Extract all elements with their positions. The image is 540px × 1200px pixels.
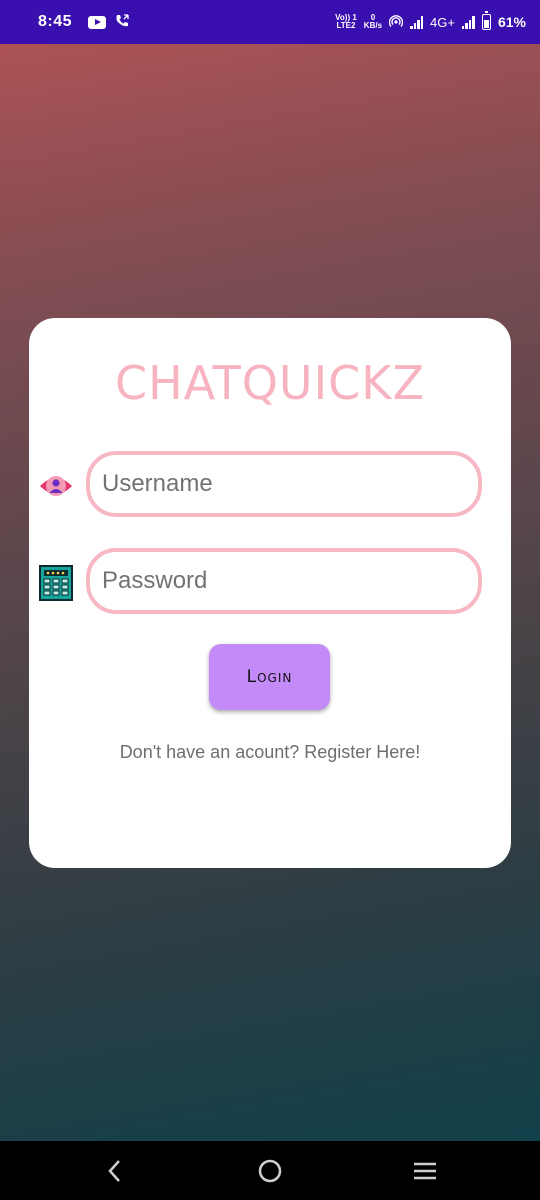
volte-bottom: LTE2: [336, 21, 356, 30]
app-title: CHATQUICKZ: [115, 356, 425, 410]
login-button[interactable]: Login: [209, 644, 330, 710]
battery-percent: 61%: [497, 14, 526, 30]
signal-icon-2: [461, 15, 475, 29]
call-icon: [114, 13, 130, 32]
back-icon: [108, 1160, 120, 1182]
status-right: Vo)) 1 LTE2 0 KB/s 4G+ 61%: [335, 11, 526, 31]
hotspot-icon: [388, 14, 404, 31]
login-card: CHATQUICKZ Username Login Don't have an …: [29, 318, 511, 868]
youtube-icon: [88, 15, 107, 29]
status-time: 8:45: [38, 13, 73, 30]
speed-indicator: 0 KB/s: [364, 14, 382, 30]
battery-icon: [481, 11, 491, 30]
password-row: [29, 548, 511, 618]
recents-button[interactable]: [405, 1153, 445, 1189]
home-button[interactable]: [250, 1153, 290, 1189]
status-bar: 8:45 Vo)) 1 LTE2 0 KB/s 4G+ 61%: [0, 0, 540, 44]
network-type: 4G+: [430, 14, 455, 30]
home-icon: [258, 1159, 282, 1183]
back-button[interactable]: [95, 1153, 135, 1189]
navigation-bar: [0, 1141, 540, 1200]
volte-indicator: Vo)) 1 LTE2: [335, 14, 357, 30]
register-link[interactable]: Don't have an acount? Register Here!: [29, 742, 511, 763]
password-input[interactable]: [86, 548, 482, 614]
signal-icon: [410, 15, 424, 29]
recents-icon: [414, 1162, 436, 1180]
screen: 8:45 Vo)) 1 LTE2 0 KB/s 4G+ 61% CHATQUIC…: [0, 0, 540, 1200]
speed-unit: KB/s: [363, 21, 383, 30]
keypad-icon: [38, 565, 74, 601]
user-icon: [38, 468, 74, 504]
notification-icons: [88, 13, 130, 32]
username-row: [29, 451, 511, 521]
username-input[interactable]: [86, 451, 482, 517]
